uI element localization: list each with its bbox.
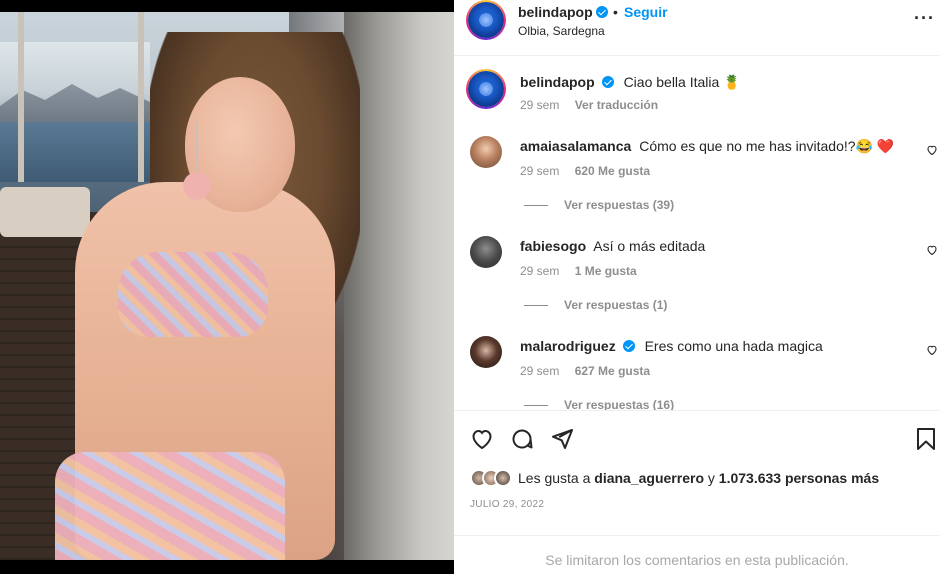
commenter-avatar[interactable] — [470, 136, 502, 168]
more-horizontal-icon[interactable]: ··· — [914, 8, 935, 29]
caption-username[interactable]: belindapop — [520, 74, 595, 90]
post-panel: belindapop • Seguir Olbia, Sardegna ··· … — [454, 0, 940, 574]
caption-text: Ciao bella Italia 🍍 — [623, 74, 741, 90]
comment-heart-icon[interactable] — [926, 344, 938, 356]
author-username[interactable]: belindapop — [518, 4, 593, 20]
comment-likes[interactable]: 627 Me gusta — [575, 364, 650, 378]
liker-avatars[interactable] — [470, 469, 512, 487]
subject-top — [118, 252, 268, 337]
window-pillar — [18, 12, 24, 182]
likes-others[interactable]: 1.073.633 personas más — [719, 470, 879, 486]
translate-button[interactable]: Ver traducción — [575, 98, 658, 112]
comment-username[interactable]: amaiasalamanca — [520, 138, 631, 154]
comment-username[interactable]: fabiesogo — [520, 238, 586, 254]
comment-likes[interactable]: 620 Me gusta — [575, 164, 650, 178]
caption-avatar[interactable] — [466, 69, 506, 109]
post-media[interactable] — [0, 0, 454, 574]
comment-username[interactable]: malarodriguez — [520, 338, 616, 354]
post-actions: Les gusta a diana_aguerrero y 1.073.633 … — [454, 410, 940, 574]
caption-time[interactable]: 29 sem — [520, 98, 559, 112]
post-date[interactable]: JULIO 29, 2022 — [470, 499, 544, 510]
window-pillar — [138, 12, 144, 182]
comment-time[interactable]: 29 sem — [520, 264, 559, 278]
comment-text: Así o más editada — [593, 238, 706, 254]
comment-heart-icon[interactable] — [926, 244, 938, 256]
likes-prefix: Les gusta a — [518, 470, 591, 486]
author-avatar[interactable] — [466, 0, 506, 40]
comment-text: Eres como una hada magica — [644, 338, 823, 354]
comments-list[interactable]: belindapop Ciao bella Italia 🍍 29 sem Ve… — [454, 57, 940, 410]
bookmark-icon[interactable] — [916, 427, 936, 451]
verified-icon — [601, 76, 614, 88]
subject-bottom — [55, 452, 285, 560]
header-separator: • — [613, 4, 618, 20]
background-wall — [344, 12, 454, 560]
verified-icon — [622, 340, 635, 352]
view-replies-button[interactable]: Ver respuestas (1) — [524, 298, 667, 312]
comment-time[interactable]: 29 sem — [520, 364, 559, 378]
likes-connector: y — [707, 470, 715, 486]
post-header: belindapop • Seguir Olbia, Sardegna ··· — [454, 0, 940, 56]
verified-icon — [595, 6, 608, 18]
earring-chain — [196, 122, 198, 174]
comment-icon[interactable] — [510, 427, 534, 451]
author-avatar-image — [468, 2, 504, 38]
send-icon[interactable] — [550, 427, 574, 451]
comment-time[interactable]: 29 sem — [520, 164, 559, 178]
comment-text: Cómo es que no me has invitado!?😂 ❤️ — [639, 138, 895, 154]
view-replies-button[interactable]: Ver respuestas (16) — [524, 398, 674, 410]
commenter-avatar[interactable] — [470, 336, 502, 368]
likes-user[interactable]: diana_aguerrero — [594, 470, 704, 486]
background-sofa — [0, 187, 90, 237]
comment-heart-icon[interactable] — [926, 144, 938, 156]
heart-icon[interactable] — [470, 427, 494, 451]
post-photo[interactable] — [0, 12, 454, 560]
follow-button[interactable]: Seguir — [624, 4, 668, 20]
earring — [183, 172, 211, 200]
comments-limited-notice: Se limitaron los comentarios en esta pub… — [454, 535, 940, 574]
view-replies-button[interactable]: Ver respuestas (39) — [524, 198, 674, 212]
likes-summary: Les gusta a diana_aguerrero y 1.073.633 … — [470, 469, 879, 487]
post-location[interactable]: Olbia, Sardegna — [518, 24, 605, 38]
comment-likes[interactable]: 1 Me gusta — [575, 264, 637, 278]
liker-avatar — [494, 469, 512, 487]
commenter-avatar[interactable] — [470, 236, 502, 268]
